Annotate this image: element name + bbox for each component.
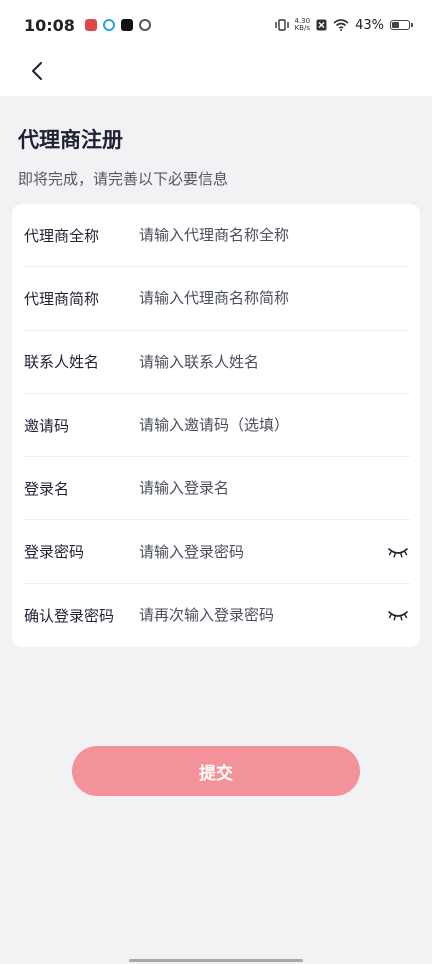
- login-name-input[interactable]: [139, 479, 410, 498]
- form-row-short-name: 代理商简称: [24, 267, 410, 331]
- field-label: 代理商全称: [24, 226, 100, 245]
- status-left: 10:08: [24, 16, 151, 35]
- status-right: 4.30 KB/s 43%: [274, 17, 413, 33]
- net-speed-unit: KB/s: [294, 24, 310, 32]
- vibrate-icon: [274, 19, 289, 31]
- registration-form: 代理商全称 代理商简称 联系人姓名 邀请码 登录名 登录密码 确认登录密码: [12, 204, 420, 647]
- field-label: 确认登录密码: [24, 606, 115, 625]
- battery-percent: 43%: [355, 17, 384, 33]
- battery-level: [392, 22, 399, 28]
- status-time: 10:08: [24, 15, 75, 35]
- form-row-contact-name: 联系人姓名: [24, 331, 410, 394]
- form-row-password: 登录密码: [24, 520, 410, 584]
- home-indicator[interactable]: [129, 959, 303, 962]
- notification-app-icon: [102, 19, 115, 31]
- password-input[interactable]: [139, 542, 386, 561]
- link-icon: [138, 19, 151, 31]
- wifi-icon: [333, 19, 349, 31]
- invite-code-input[interactable]: [139, 416, 410, 435]
- form-row-full-name: 代理商全称: [24, 204, 410, 268]
- full-name-input[interactable]: [139, 226, 410, 245]
- tiktok-icon: [120, 19, 133, 31]
- contact-name-input[interactable]: [139, 352, 410, 371]
- field-label: 登录名: [24, 479, 70, 498]
- back-button[interactable]: [22, 56, 52, 86]
- form-row-invite-code: 邀请码: [24, 394, 410, 458]
- form-row-confirm-password: 确认登录密码: [24, 584, 410, 647]
- confirm-password-input[interactable]: [139, 606, 386, 625]
- field-label: 登录密码: [24, 543, 85, 562]
- net-speed: 4.30 KB/s: [295, 18, 311, 32]
- status-bar: 10:08 4.30 KB/s 43%: [0, 0, 432, 50]
- field-label: 代理商简称: [24, 289, 100, 308]
- nav-bar: [0, 50, 432, 96]
- battery-icon: [390, 20, 413, 30]
- notification-app-icon: [84, 19, 97, 31]
- page-subtitle: 即将完成，请完善以下必要信息: [18, 170, 229, 188]
- field-label: 联系人姓名: [24, 353, 100, 372]
- short-name-input[interactable]: [139, 289, 410, 308]
- page-title: 代理商注册: [18, 128, 123, 152]
- submit-button[interactable]: 提交: [72, 746, 360, 796]
- chevron-left-icon: [32, 62, 42, 80]
- field-label: 邀请码: [24, 416, 70, 435]
- eye-closed-icon[interactable]: [386, 603, 410, 627]
- no-sim-icon: [316, 19, 327, 31]
- eye-closed-icon[interactable]: [386, 540, 410, 564]
- form-row-login-name: 登录名: [24, 457, 410, 521]
